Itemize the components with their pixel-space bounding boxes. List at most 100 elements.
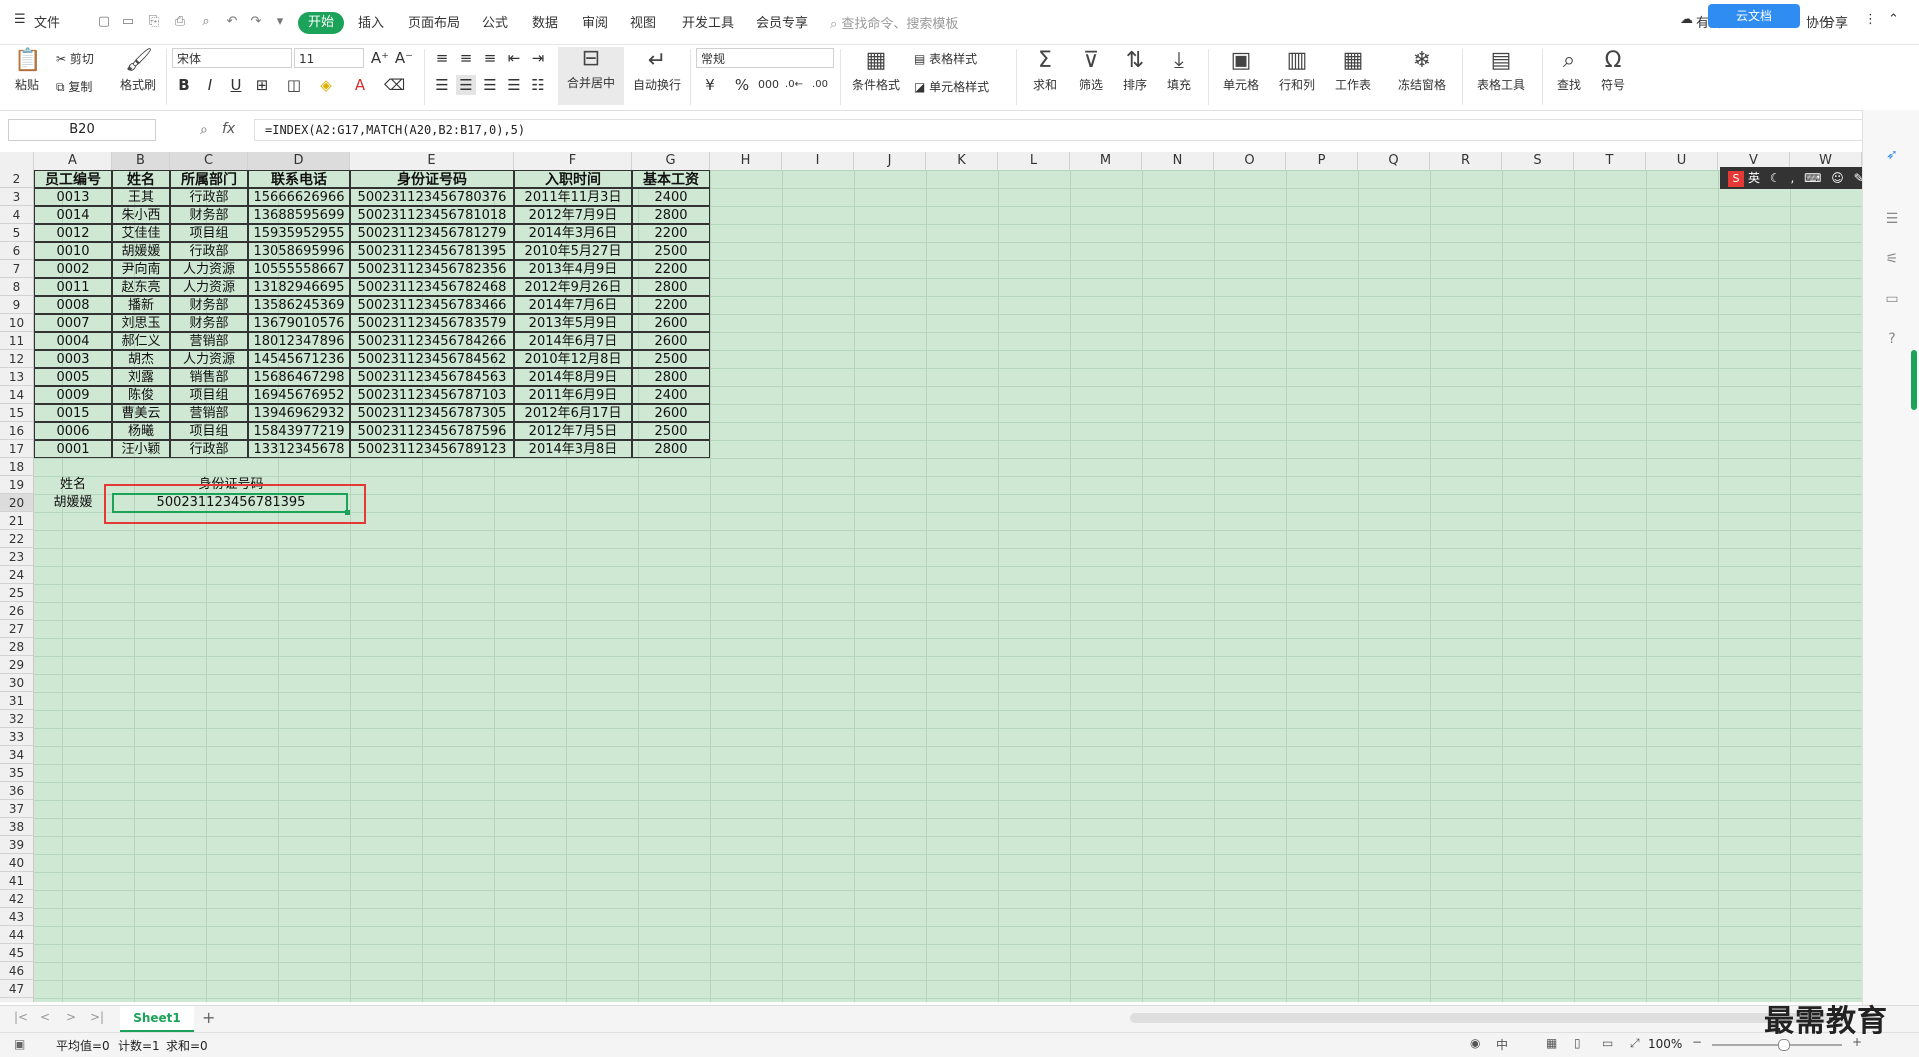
table-cell[interactable]: 2013年5月9日 [514, 314, 632, 332]
align-right-icon[interactable]: ☰ [480, 75, 500, 95]
table-cell[interactable]: 汪小颖 [112, 440, 170, 458]
row-header-24[interactable]: 24 [0, 566, 34, 584]
table-cell[interactable]: 10555558667 [248, 260, 350, 278]
currency-icon[interactable]: ¥ [700, 75, 720, 95]
paste-button[interactable]: 📋 粘贴 [10, 49, 44, 93]
table-cell[interactable]: 13679010576 [248, 314, 350, 332]
table-cell[interactable]: 0014 [34, 206, 112, 224]
new-file-icon[interactable]: ▢ [96, 14, 112, 30]
last-sheet-icon[interactable]: >| [90, 1010, 104, 1024]
align-top-icon[interactable]: ≡ [432, 48, 452, 68]
row-header-33[interactable]: 33 [0, 728, 34, 746]
table-cell[interactable]: 2011年6月9日 [514, 386, 632, 404]
table-cell[interactable]: 13182946695 [248, 278, 350, 296]
column-header-L[interactable]: L [998, 152, 1070, 170]
column-header-G[interactable]: G [632, 152, 710, 170]
zoom-out-icon[interactable]: − [1692, 1035, 1702, 1049]
tab-review[interactable]: 审阅 [582, 12, 608, 31]
zoom-level[interactable]: 100% [1648, 1037, 1682, 1051]
table-cell[interactable]: 2011年11月3日 [514, 188, 632, 206]
tab-insert[interactable]: 插入 [358, 12, 384, 31]
table-cell[interactable]: 2014年3月6日 [514, 224, 632, 242]
filter-button[interactable]: ⊽ 筛选 [1072, 49, 1110, 93]
row-header-6[interactable]: 6 [0, 242, 34, 260]
find-button[interactable]: ⌕ 查找 [1550, 49, 1588, 93]
thousands-icon[interactable]: 000 [758, 75, 779, 95]
help-icon[interactable]: ? [1883, 330, 1901, 348]
zoom-formula-icon[interactable]: ⌕ [200, 122, 208, 138]
row-header-25[interactable]: 25 [0, 584, 34, 602]
table-cell[interactable]: 16945676952 [248, 386, 350, 404]
table-cell[interactable]: 0010 [34, 242, 112, 260]
font-color-icon[interactable]: A [350, 75, 370, 95]
table-cell[interactable]: 2500 [632, 350, 710, 368]
conditional-format-button[interactable]: ▦ 条件格式 [848, 49, 904, 93]
column-header-P[interactable]: P [1286, 152, 1358, 170]
table-cell[interactable]: 15686467298 [248, 368, 350, 386]
row-header-34[interactable]: 34 [0, 746, 34, 764]
column-header-M[interactable]: M [1070, 152, 1142, 170]
row-header-21[interactable]: 21 [0, 512, 34, 530]
open-file-icon[interactable]: ▭ [120, 14, 136, 30]
prev-sheet-icon[interactable]: < [40, 1010, 50, 1024]
table-cell[interactable]: 500231123456783466 [350, 296, 514, 314]
table-header-cell[interactable]: 联系电话 [248, 170, 350, 188]
row-header-14[interactable]: 14 [0, 386, 34, 404]
decrease-font-icon[interactable]: A⁻ [394, 48, 414, 68]
table-cell[interactable]: 500231123456781018 [350, 206, 514, 224]
table-header-cell[interactable]: 入职时间 [514, 170, 632, 188]
table-cell[interactable]: 500231123456781279 [350, 224, 514, 242]
table-cell[interactable]: 0002 [34, 260, 112, 278]
row-header-44[interactable]: 44 [0, 926, 34, 944]
table-cell[interactable]: 0007 [34, 314, 112, 332]
cell-style-button[interactable]: ◪ 单元格样式 [914, 78, 989, 95]
table-header-cell[interactable]: 所属部门 [170, 170, 248, 188]
table-cell[interactable]: 2600 [632, 404, 710, 422]
table-cell[interactable]: 0006 [34, 422, 112, 440]
table-cell[interactable]: 2600 [632, 332, 710, 350]
cut-button[interactable]: ✂ 剪切 [56, 50, 94, 67]
add-sheet-icon[interactable]: + [202, 1008, 215, 1027]
macro-icon[interactable]: ▣ [14, 1037, 25, 1051]
table-cell[interactable]: 营销部 [170, 332, 248, 350]
underline-icon[interactable]: U [226, 75, 246, 95]
table-tools-button[interactable]: ▤ 表格工具 [1470, 49, 1532, 93]
table-cell[interactable]: 2800 [632, 278, 710, 296]
ime-status-icon[interactable]: 中 [1496, 1036, 1508, 1053]
lookup-label-name[interactable]: 姓名 [34, 476, 112, 494]
row-header-19[interactable]: 19 [0, 476, 34, 494]
italic-icon[interactable]: I [200, 75, 220, 95]
table-cell[interactable]: 500231123456782468 [350, 278, 514, 296]
row-header-31[interactable]: 31 [0, 692, 34, 710]
tab-view[interactable]: 视图 [630, 12, 656, 31]
row-header-12[interactable]: 12 [0, 350, 34, 368]
row-header-23[interactable]: 23 [0, 548, 34, 566]
row-header-22[interactable]: 22 [0, 530, 34, 548]
row-header-8[interactable]: 8 [0, 278, 34, 296]
row-header-15[interactable]: 15 [0, 404, 34, 422]
merge-center-button[interactable]: ⊟ 合并居中 [558, 47, 624, 105]
table-cell[interactable]: 财务部 [170, 206, 248, 224]
tab-page-layout[interactable]: 页面布局 [408, 12, 460, 31]
table-cell[interactable]: 2800 [632, 206, 710, 224]
row-header-40[interactable]: 40 [0, 854, 34, 872]
symbol-button[interactable]: Ω 符号 [1594, 49, 1632, 93]
cloud-sync-icon[interactable]: ☁ [1680, 12, 1693, 27]
table-cell[interactable]: 0003 [34, 350, 112, 368]
table-cell[interactable]: 曹美云 [112, 404, 170, 422]
table-header-cell[interactable]: 基本工资 [632, 170, 710, 188]
table-cell[interactable]: 0012 [34, 224, 112, 242]
table-cell[interactable]: 2800 [632, 440, 710, 458]
table-cell[interactable]: 500231123456787103 [350, 386, 514, 404]
table-cell[interactable]: 营销部 [170, 404, 248, 422]
print-icon[interactable]: ⎙ [172, 14, 188, 30]
row-header-3[interactable]: 3 [0, 188, 34, 206]
increase-decimal-icon[interactable]: .0← [784, 75, 804, 95]
bold-icon[interactable]: B [174, 75, 194, 95]
format-painter-button[interactable]: 🖌 格式刷 [118, 49, 158, 93]
row-header-29[interactable]: 29 [0, 656, 34, 674]
border-icon[interactable]: ⊞ [252, 75, 272, 95]
page-break-view-icon[interactable]: ▭ [1602, 1036, 1613, 1050]
align-center-icon[interactable]: ☰ [456, 75, 476, 95]
table-cell[interactable]: 郝仁义 [112, 332, 170, 350]
